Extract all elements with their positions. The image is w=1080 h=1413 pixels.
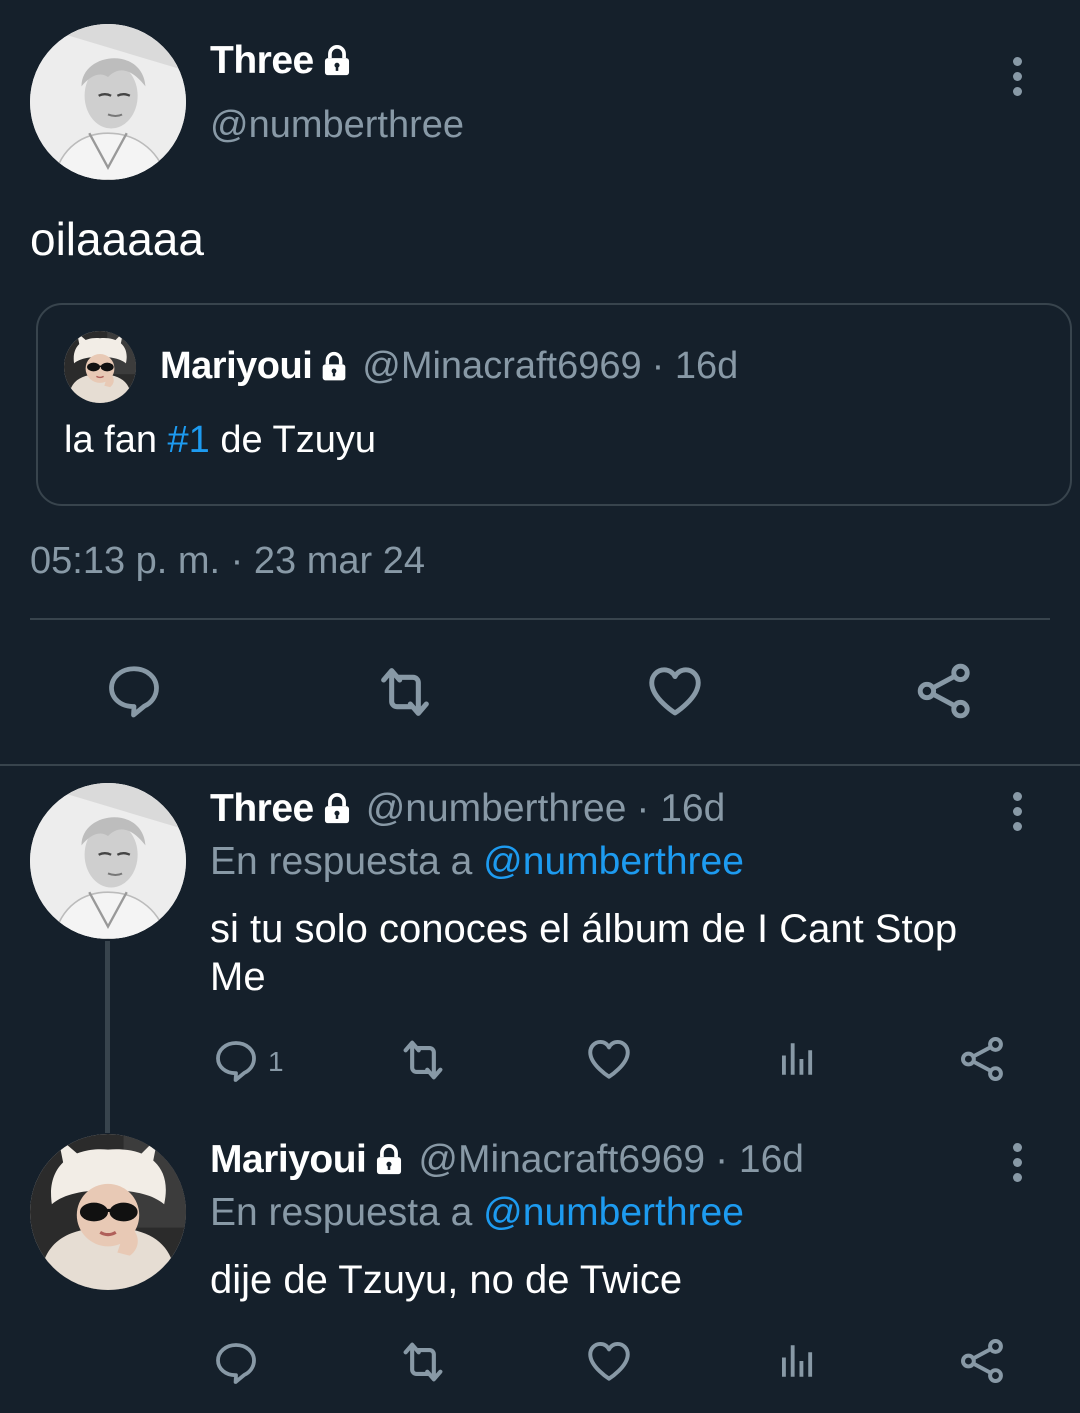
quoted-time-ago: · 16d: [651, 345, 739, 387]
lock-icon: [320, 792, 354, 826]
reply-header: Three @numberthree · 16d: [210, 787, 725, 831]
like-icon[interactable]: [584, 1336, 634, 1386]
quoted-author-name: Mariyoui: [160, 345, 313, 387]
divider: [0, 764, 1080, 766]
time-ago: · 16d: [715, 1138, 805, 1181]
lock-icon: [318, 351, 350, 383]
avatar[interactable]: [30, 1134, 186, 1290]
mention-link[interactable]: @numberthree: [483, 840, 744, 883]
author-handle[interactable]: @numberthree: [366, 787, 627, 831]
retweet-icon[interactable]: [397, 1336, 449, 1388]
avatar[interactable]: [30, 24, 186, 180]
divider: [30, 618, 1050, 620]
reply-text: si tu solo conoces el álbum de I Cant St…: [210, 907, 958, 999]
more-options-icon[interactable]: [1007, 792, 1027, 831]
analytics-icon[interactable]: [775, 1340, 817, 1382]
reply-prefix: En respuesta a: [210, 840, 484, 883]
retweet-icon[interactable]: [397, 1034, 449, 1086]
reply-icon[interactable]: [104, 660, 164, 720]
reply-prefix: En respuesta a: [210, 1191, 484, 1234]
share-icon[interactable]: [958, 1034, 1008, 1084]
reply-icon[interactable]: [212, 1036, 260, 1084]
quoted-tweet-card[interactable]: Mariyoui @Minacraft6969 · 16d la fan #1 …: [36, 303, 1072, 506]
author-name[interactable]: Three: [210, 787, 314, 831]
tweet-timestamp: 05:13 p. m. · 23 mar 24: [30, 540, 425, 582]
quoted-header: Mariyoui @Minacraft6969 · 16d: [160, 345, 738, 388]
like-icon[interactable]: [584, 1034, 634, 1084]
more-options-icon[interactable]: [1007, 57, 1027, 96]
reply-count: 1: [268, 1046, 284, 1077]
lock-icon: [320, 44, 354, 78]
quoted-text-after: de Tzuyu: [209, 419, 376, 461]
author-handle[interactable]: @numberthree: [210, 104, 464, 147]
share-icon[interactable]: [958, 1336, 1008, 1386]
thread-line: [105, 941, 110, 1133]
quoted-text-before: la fan: [64, 419, 168, 461]
like-icon[interactable]: [644, 660, 706, 722]
more-options-icon[interactable]: [1007, 1143, 1027, 1182]
avatar[interactable]: [30, 783, 186, 939]
main-tweet-author[interactable]: Three: [210, 38, 354, 84]
analytics-icon[interactable]: [775, 1038, 817, 1080]
share-icon[interactable]: [914, 660, 976, 722]
quoted-avatar: [64, 331, 136, 403]
author-handle[interactable]: @Minacraft6969: [418, 1138, 705, 1182]
lock-icon: [372, 1143, 406, 1177]
retweet-icon[interactable]: [373, 660, 437, 724]
time-ago: · 16d: [636, 787, 726, 830]
author-name: Three: [210, 39, 314, 82]
author-name[interactable]: Mariyoui: [210, 1138, 367, 1182]
hashtag-link[interactable]: #1: [168, 419, 210, 461]
reply-icon[interactable]: [212, 1338, 260, 1386]
tweet-text: oilaaaaa: [30, 213, 204, 265]
reply-text: dije de Tzuyu, no de Twice: [210, 1258, 683, 1302]
quoted-text: la fan #1 de Tzuyu: [64, 419, 376, 462]
reply-to-line: En respuesta a @numberthree: [210, 1191, 744, 1235]
reply-to-line: En respuesta a @numberthree: [210, 840, 744, 884]
reply-header: Mariyoui @Minacraft6969 · 16d: [210, 1138, 804, 1182]
mention-link[interactable]: @numberthree: [483, 1191, 744, 1234]
quoted-author-handle: @Minacraft6969: [362, 345, 642, 387]
